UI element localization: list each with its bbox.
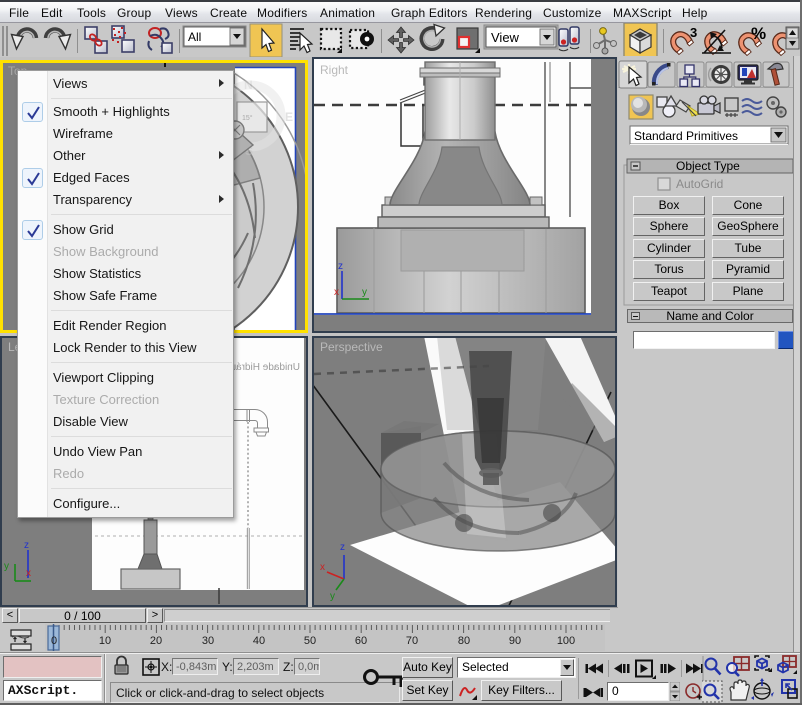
svg-text:y: y <box>4 561 9 572</box>
svg-text:x: x <box>334 287 339 298</box>
svg-text:All: All <box>188 30 201 44</box>
svg-text:E: E <box>285 110 293 124</box>
svg-text:y: y <box>330 591 335 602</box>
svg-text:Perspective: Perspective <box>320 340 383 354</box>
svg-text:N: N <box>244 78 253 92</box>
svg-text:AutoGrid: AutoGrid <box>676 177 723 191</box>
svg-text:Right: Right <box>320 63 349 77</box>
svg-text:Object Type: Object Type <box>676 159 740 173</box>
svg-text:X:: X: <box>161 660 172 674</box>
svg-text:z: z <box>338 261 343 272</box>
svg-text:z: z <box>340 542 345 553</box>
svg-text:x: x <box>26 568 31 579</box>
svg-text:y: y <box>362 287 367 298</box>
svg-text:x: x <box>320 562 325 573</box>
svg-text:Standard Primitives: Standard Primitives <box>634 129 738 143</box>
svg-text:Y:: Y: <box>222 660 233 674</box>
svg-text:View: View <box>491 30 520 45</box>
svg-text:%: % <box>751 24 766 43</box>
svg-text:Z:: Z: <box>283 660 294 674</box>
svg-text:z: z <box>24 540 29 551</box>
svg-text:3: 3 <box>690 25 697 40</box>
svg-text:15°: 15° <box>242 114 253 122</box>
